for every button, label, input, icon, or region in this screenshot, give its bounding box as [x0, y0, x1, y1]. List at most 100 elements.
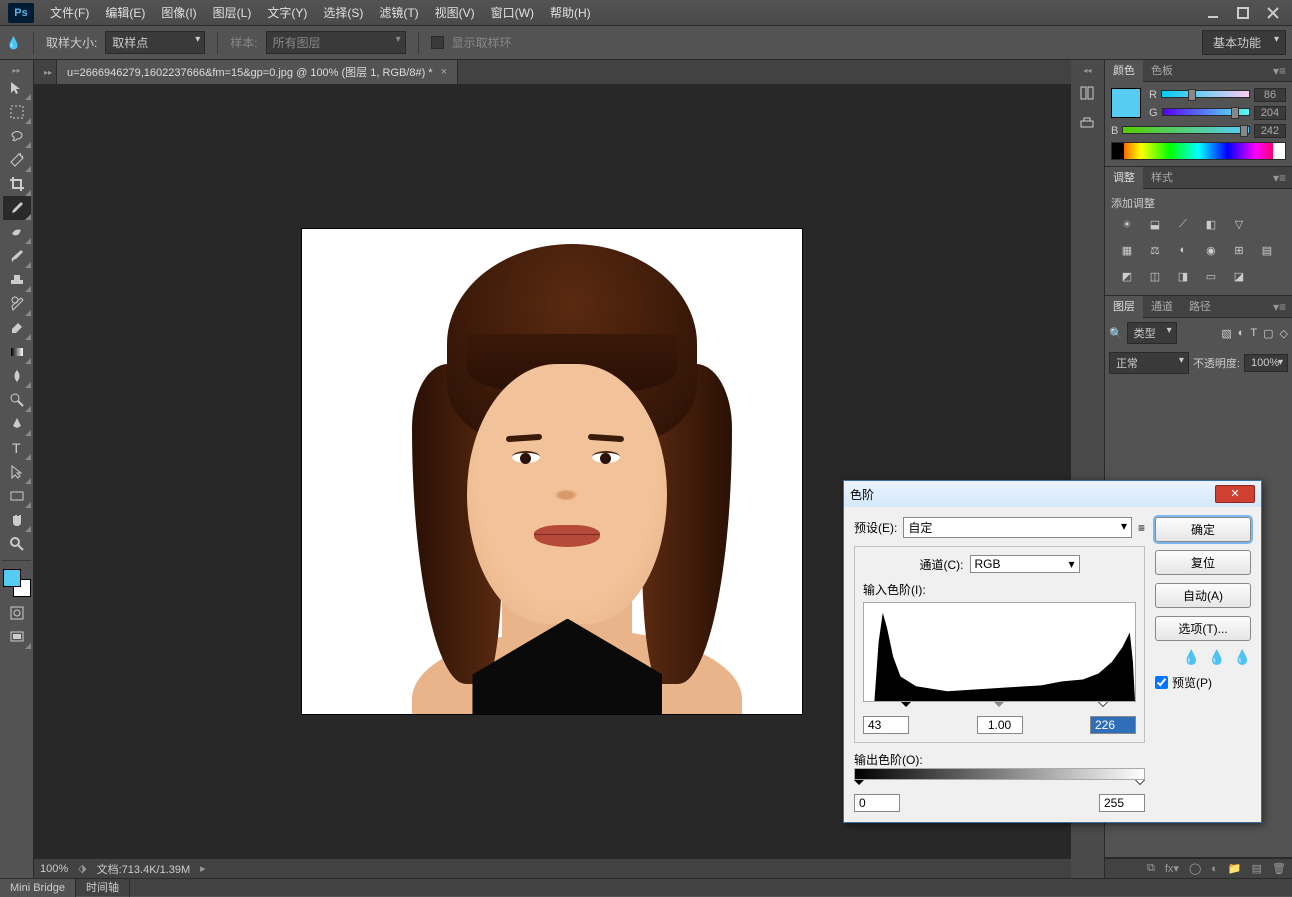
clone-stamp-tool[interactable] — [3, 268, 31, 292]
move-tool[interactable] — [3, 76, 31, 100]
filter-shape-icon[interactable]: ▢ — [1263, 327, 1273, 340]
preview-checkbox-label[interactable]: 预览(P) — [1155, 674, 1251, 691]
dock-expand-icon[interactable]: ◂◂ — [1083, 66, 1091, 75]
hand-tool[interactable] — [3, 508, 31, 532]
dialog-titlebar[interactable]: 色阶 ✕ — [844, 481, 1261, 507]
levels-icon[interactable]: ⬓ — [1145, 215, 1165, 233]
history-brush-tool[interactable] — [3, 292, 31, 316]
lookup-icon[interactable]: ▤ — [1257, 241, 1277, 259]
rectangle-tool[interactable] — [3, 484, 31, 508]
reset-button[interactable]: 复位 — [1155, 550, 1251, 575]
tab-timeline[interactable]: 时间轴 — [76, 879, 130, 897]
b-slider[interactable] — [1122, 126, 1250, 136]
black-point-slider[interactable] — [901, 702, 911, 712]
adj-layer-icon[interactable]: ◐ — [1211, 863, 1218, 875]
menu-window[interactable]: 窗口(W) — [483, 0, 542, 26]
output-white-field[interactable] — [1099, 794, 1145, 812]
zoom-level[interactable]: 100% — [40, 863, 68, 875]
preset-combo[interactable]: 自定 — [903, 517, 1132, 538]
menu-select[interactable]: 选择(S) — [315, 0, 371, 26]
selective-color-icon[interactable]: ◪ — [1229, 267, 1249, 285]
posterize-icon[interactable]: ◫ — [1145, 267, 1165, 285]
status-flyout-icon[interactable]: ▸ — [200, 862, 206, 875]
blur-tool[interactable] — [3, 364, 31, 388]
tab-paths[interactable]: 路径 — [1181, 296, 1219, 318]
threshold-icon[interactable]: ◨ — [1173, 267, 1193, 285]
photo-filter-icon[interactable]: ◉ — [1201, 241, 1221, 259]
tab-mini-bridge[interactable]: Mini Bridge — [0, 879, 76, 897]
sample-size-dropdown[interactable]: 取样点 — [105, 31, 205, 54]
properties-panel-icon[interactable] — [1075, 111, 1099, 135]
minimize-button[interactable] — [1198, 3, 1228, 23]
color-spectrum[interactable] — [1111, 142, 1286, 160]
brightness-icon[interactable]: ☀ — [1117, 215, 1137, 233]
menu-layer[interactable]: 图层(L) — [205, 0, 260, 26]
crop-tool[interactable] — [3, 172, 31, 196]
output-sliders[interactable] — [854, 780, 1145, 792]
vibrance-icon[interactable]: ▽ — [1229, 215, 1249, 233]
hue-icon[interactable]: ▦ — [1117, 241, 1137, 259]
type-tool[interactable]: T — [3, 436, 31, 460]
path-selection-tool[interactable] — [3, 460, 31, 484]
bw-icon[interactable]: ◐ — [1173, 241, 1193, 259]
foreground-color-swatch[interactable] — [1111, 88, 1141, 118]
channel-combo[interactable]: RGB — [970, 555, 1080, 573]
filter-smart-icon[interactable]: ◇ — [1280, 327, 1288, 340]
g-value[interactable]: 204 — [1254, 106, 1286, 120]
exposure-icon[interactable]: ◧ — [1201, 215, 1221, 233]
balance-icon[interactable]: ⚖ — [1145, 241, 1165, 259]
eraser-tool[interactable] — [3, 316, 31, 340]
gamma-slider[interactable] — [994, 702, 1004, 712]
b-value[interactable]: 242 — [1254, 124, 1286, 138]
menu-filter[interactable]: 滤镜(T) — [371, 0, 426, 26]
adjustments-flyout[interactable]: ▾≡ — [1267, 171, 1292, 185]
brush-tool[interactable] — [3, 244, 31, 268]
output-black-slider[interactable] — [854, 780, 864, 790]
fx-icon[interactable]: fx▾ — [1165, 862, 1179, 875]
tab-styles[interactable]: 样式 — [1143, 167, 1181, 189]
eyedropper-tool[interactable] — [3, 196, 31, 220]
tab-color[interactable]: 颜色 — [1105, 60, 1143, 82]
preset-menu-icon[interactable]: ≡ — [1138, 521, 1145, 535]
gradient-map-icon[interactable]: ▭ — [1201, 267, 1221, 285]
zoom-tool[interactable] — [3, 532, 31, 556]
blend-mode-dropdown[interactable]: 正常 — [1109, 352, 1189, 374]
sample-layers-dropdown[interactable]: 所有图层 — [266, 31, 406, 54]
healing-brush-tool[interactable] — [3, 220, 31, 244]
r-slider[interactable] — [1161, 90, 1250, 100]
preview-checkbox[interactable] — [1155, 676, 1168, 689]
histogram[interactable] — [863, 602, 1136, 702]
foreground-background-colors[interactable] — [3, 569, 31, 597]
white-point-slider[interactable] — [1098, 702, 1108, 712]
input-sliders[interactable] — [863, 702, 1136, 714]
menu-help[interactable]: 帮助(H) — [542, 0, 599, 26]
lasso-tool[interactable] — [3, 124, 31, 148]
ok-button[interactable]: 确定 — [1155, 517, 1251, 542]
tab-swatches[interactable]: 色板 — [1143, 60, 1181, 82]
filter-adjust-icon[interactable]: ◐ — [1238, 327, 1245, 340]
status-scrubber-icon[interactable]: ⬗ — [78, 862, 86, 875]
input-gamma-field[interactable] — [977, 716, 1023, 734]
options-button[interactable]: 选项(T)... — [1155, 616, 1251, 641]
document-tab-close[interactable]: × — [441, 66, 447, 78]
close-button[interactable] — [1258, 3, 1288, 23]
tab-layers[interactable]: 图层 — [1105, 296, 1143, 318]
menu-type[interactable]: 文字(Y) — [259, 0, 315, 26]
marquee-tool[interactable] — [3, 100, 31, 124]
link-layers-icon[interactable]: ⧉ — [1147, 862, 1155, 875]
quick-mask-toggle[interactable] — [3, 601, 31, 625]
channel-mixer-icon[interactable]: ⊞ — [1229, 241, 1249, 259]
delete-layer-icon[interactable]: 🗑 — [1272, 862, 1286, 875]
doc-expand-icon[interactable]: ▸▸ — [40, 68, 56, 77]
invert-icon[interactable]: ◩ — [1117, 267, 1137, 285]
menu-view[interactable]: 视图(V) — [427, 0, 483, 26]
output-black-field[interactable] — [854, 794, 900, 812]
gray-eyedropper-icon[interactable]: 💧 — [1208, 649, 1225, 666]
input-white-field[interactable] — [1090, 716, 1136, 734]
white-eyedropper-icon[interactable]: 💧 — [1234, 649, 1251, 666]
menu-image[interactable]: 图像(I) — [153, 0, 204, 26]
document-tab[interactable]: u=2666946279,1602237666&fm=15&gp=0.jpg @… — [56, 59, 458, 84]
auto-button[interactable]: 自动(A) — [1155, 583, 1251, 608]
filter-type-icon[interactable]: T — [1250, 327, 1257, 340]
curves-icon[interactable]: ⟋ — [1173, 215, 1193, 233]
